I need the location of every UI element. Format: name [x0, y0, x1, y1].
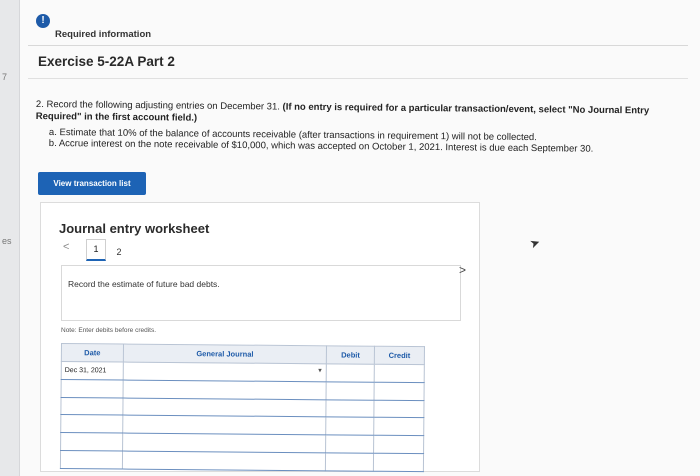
credit-input[interactable] — [373, 453, 424, 472]
debit-input[interactable] — [326, 363, 375, 383]
credit-input[interactable] — [374, 364, 425, 383]
prompt-box: Record the estimate of future bad debts. — [61, 265, 461, 321]
debit-input[interactable] — [326, 399, 375, 418]
debit-input[interactable] — [325, 417, 374, 436]
info-icon: ! — [36, 14, 50, 28]
gutter-mark-mid: es — [2, 236, 12, 246]
left-sidebar-strip: 7 es — [0, 0, 20, 476]
date-cell[interactable] — [60, 450, 123, 470]
chevron-right-icon[interactable]: > — [459, 263, 466, 277]
account-select[interactable] — [122, 415, 327, 436]
required-information-label: Required information — [55, 29, 152, 40]
account-select[interactable] — [122, 451, 326, 471]
debit-input[interactable] — [326, 381, 375, 400]
debit-input[interactable] — [325, 435, 374, 454]
chevron-down-icon[interactable]: ▼ — [317, 368, 323, 374]
credit-input[interactable] — [374, 382, 425, 401]
credit-input[interactable] — [373, 417, 424, 436]
worksheet-title: Journal entry worksheet — [59, 221, 210, 236]
prompt-text: Record the estimate of future bad debts. — [68, 279, 220, 289]
account-select[interactable] — [122, 397, 327, 418]
table-row — [60, 450, 424, 472]
gutter-mark-top: 7 — [2, 72, 8, 82]
account-select[interactable]: ▼ — [123, 362, 327, 382]
date-cell[interactable] — [60, 397, 123, 416]
column-header-account: General Journal — [123, 344, 327, 364]
column-header-date: Date — [61, 343, 124, 363]
note-text: Note: Enter debits before credits. — [61, 327, 157, 334]
tab-1[interactable]: 1 — [86, 239, 106, 261]
exercise-title: Exercise 5-22A Part 2 — [38, 54, 175, 69]
view-transaction-list-button[interactable]: View transaction list — [38, 172, 146, 195]
column-header-debit: Debit — [326, 345, 375, 365]
date-cell[interactable] — [60, 432, 123, 452]
journal-table: Date General Journal Debit Credit Dec 31… — [59, 343, 425, 473]
credit-input[interactable] — [373, 435, 424, 454]
debit-input[interactable] — [325, 452, 374, 472]
divider — [28, 78, 688, 79]
date-cell[interactable] — [61, 379, 124, 398]
journal-entry-worksheet: Journal entry worksheet < 1 2 Record the… — [40, 202, 480, 473]
divider — [28, 45, 688, 46]
tab-2[interactable]: 2 — [111, 243, 127, 261]
date-cell[interactable]: Dec 31, 2021 — [61, 361, 124, 380]
account-select[interactable] — [122, 433, 326, 453]
column-header-credit: Credit — [374, 346, 425, 365]
account-select[interactable] — [122, 379, 327, 400]
chevron-left-icon[interactable]: < — [63, 241, 69, 253]
credit-input[interactable] — [373, 399, 425, 419]
date-cell[interactable] — [60, 414, 123, 434]
